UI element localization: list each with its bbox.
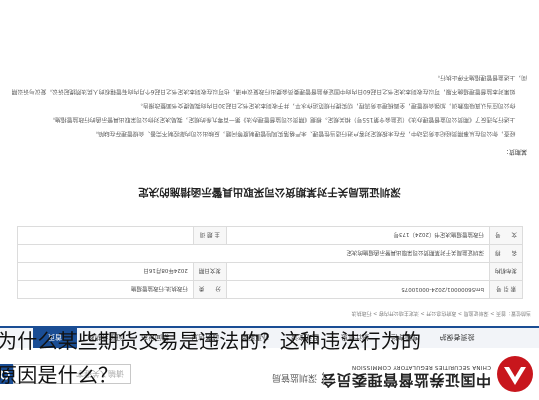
- document-meta-table: 索 引 号 bm56000001/2024-00010075 分 类 行政执法;…: [17, 226, 523, 299]
- meta-key: 主 题 词: [193, 226, 227, 245]
- table-row: 发布机构 发文日期 2024年08月16日: [17, 262, 523, 281]
- document-body: 经查，你公司在从事期货经纪业务活动中，存在未按规定对客户进行适当性管理、未严格落…: [11, 70, 527, 140]
- meta-value: 行政监管措施决定书〔2024〕173号: [226, 226, 490, 245]
- meta-value: [226, 262, 490, 281]
- document-paragraph: 经查，你公司在从事期货经纪业务活动中，存在未按规定对客户进行适当性管理、未严格落…: [92, 130, 516, 136]
- question-caption: 为什么某些期货交易是违法的？这种违法行为的 原因是什么？: [0, 324, 539, 392]
- document-paragraph: 如果对本监督管理措施不服，可以在收到本决定书之日起60日内向中国证券监督管理委员…: [11, 74, 527, 94]
- meta-value: 行政执法;行政监管措施: [17, 280, 194, 299]
- document-greeting: 某期货：: [502, 148, 527, 155]
- table-row: 名 称 深圳证监局关于对某期货公司采取出具警示函措施的决定: [17, 244, 523, 263]
- meta-value: 2024年08月16日: [17, 262, 194, 281]
- document-title: 深圳证监局关于对某期货公司采取出具警示函措施的决定: [138, 186, 401, 198]
- meta-value: bm56000001/2024-00010075: [226, 280, 490, 299]
- caption-line-1: 为什么某些期货交易是违法的？这种违法行为的: [0, 329, 422, 353]
- table-row: 索 引 号 bm56000001/2024-00010075 分 类 行政执法;…: [17, 280, 523, 299]
- meta-key: 索 引 号: [489, 280, 523, 299]
- meta-key: 文 号: [489, 226, 523, 245]
- meta-key: 发布机构: [489, 262, 523, 281]
- table-row: 文 号 行政监管措施决定书〔2024〕173号 主 题 词: [17, 226, 523, 245]
- caption-line-2: 原因是什么？: [0, 363, 119, 387]
- meta-key: 名 称: [489, 244, 523, 263]
- meta-value: 深圳证监局关于对某期货公司采取出具警示函措施的决定: [17, 244, 490, 263]
- document-paragraph: 你公司应当认真吸取教训，加强合规管理，全面梳理业务流程，切实提升规范运作水平，并…: [137, 102, 516, 108]
- document-paragraph: 上述行为违反了《期货公司监督管理办法》（证监会令第155号）相关规定。根据《期货…: [49, 116, 516, 122]
- meta-key: 分 类: [193, 280, 227, 299]
- meta-key: 发文日期: [193, 262, 227, 281]
- breadcrumb: 当前位置：首页 > 深圳证监局 > 政府信息公开 > 法定主动公开内容 > 行政…: [351, 310, 531, 316]
- meta-value: [17, 226, 194, 245]
